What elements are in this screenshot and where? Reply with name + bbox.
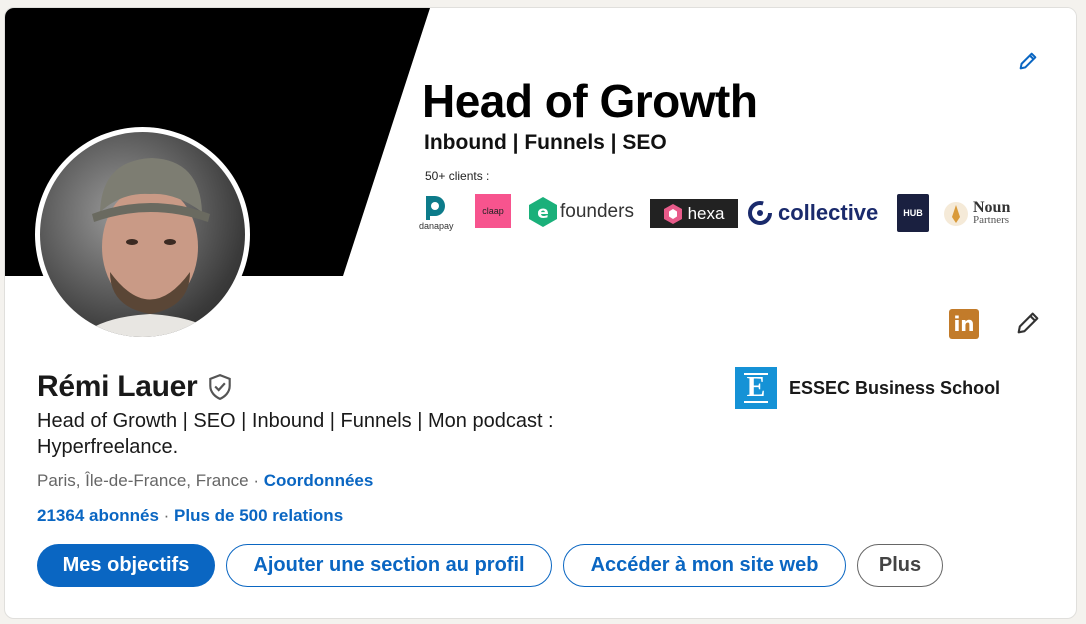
edit-banner-button[interactable] [1010, 43, 1046, 79]
collective-icon [748, 201, 772, 225]
essec-logo: E [735, 367, 777, 409]
logo-hexa: hexa [650, 199, 738, 228]
profile-avatar[interactable] [35, 127, 250, 342]
logo-claap: claap [475, 194, 511, 228]
logo-founders: e founders [529, 197, 634, 227]
svg-text:e: e [537, 203, 549, 223]
logo-danapay: danapay [419, 194, 454, 231]
collective-text: collective [778, 200, 879, 225]
stats-row: 21364 abonnés · Plus de 500 relations [37, 506, 343, 526]
danapay-icon [426, 196, 446, 220]
danapay-text: danapay [419, 221, 454, 231]
essec-logo-letter: E [743, 373, 769, 403]
pencil-icon [1019, 52, 1037, 70]
founders-text: founders [560, 201, 634, 222]
banner-title: Head of Growth [422, 75, 758, 127]
profile-headline: Head of Growth | SEO | Inbound | Funnels… [37, 410, 554, 458]
more-button[interactable]: Plus [857, 544, 943, 587]
verified-shield-icon[interactable] [207, 373, 233, 401]
followers-link[interactable]: 21364 abonnés [37, 506, 159, 525]
contact-info-link[interactable]: Coordonnées [264, 471, 374, 490]
school-name: ESSEC Business School [789, 377, 1001, 398]
education-link[interactable]: E ESSEC Business School [735, 367, 1000, 409]
logo-noun: Noun Partners [942, 199, 1010, 229]
banner-subtitle: Inbound | Funnels | SEO [424, 131, 667, 154]
location-text: Paris, Île-de-France, France [37, 471, 249, 490]
visit-website-button[interactable]: Accéder à mon site web [563, 544, 846, 587]
profile-name: Rémi Lauer [37, 370, 198, 403]
connections-link[interactable]: Plus de 500 relations [174, 506, 343, 525]
noun-subtext: Partners [973, 214, 1010, 226]
founders-icon: e [529, 197, 557, 227]
stats-separator: · [158, 506, 175, 525]
claap-text: claap [482, 206, 504, 216]
profile-card: Head of Growth Inbound | Funnels | SEO 5… [4, 7, 1077, 619]
logo-collective: collective [747, 200, 878, 226]
logo-hub: HUB [897, 194, 929, 232]
name-row: Rémi Lauer [37, 370, 233, 404]
noun-text: Noun [973, 199, 1011, 216]
hexa-icon [663, 203, 682, 224]
hub-text: HUB [903, 208, 923, 218]
noun-icon [944, 202, 968, 226]
pencil-icon [1017, 312, 1039, 334]
profile-actions: Mes objectifs Ajouter une section au pro… [37, 544, 943, 587]
person-photo-icon [80, 158, 220, 337]
location-row: Paris, Île-de-France, France · Coordonné… [37, 471, 373, 491]
hexa-text: hexa [687, 203, 725, 223]
add-profile-section-button[interactable]: Ajouter une section au profil [226, 544, 552, 587]
linkedin-premium-badge[interactable]: in [949, 309, 979, 339]
location-separator: · [248, 471, 264, 490]
avatar-photo [40, 132, 245, 337]
banner-clients-label: 50+ clients : [425, 169, 490, 183]
goals-button[interactable]: Mes objectifs [37, 544, 215, 587]
edit-profile-button[interactable] [1010, 305, 1046, 341]
